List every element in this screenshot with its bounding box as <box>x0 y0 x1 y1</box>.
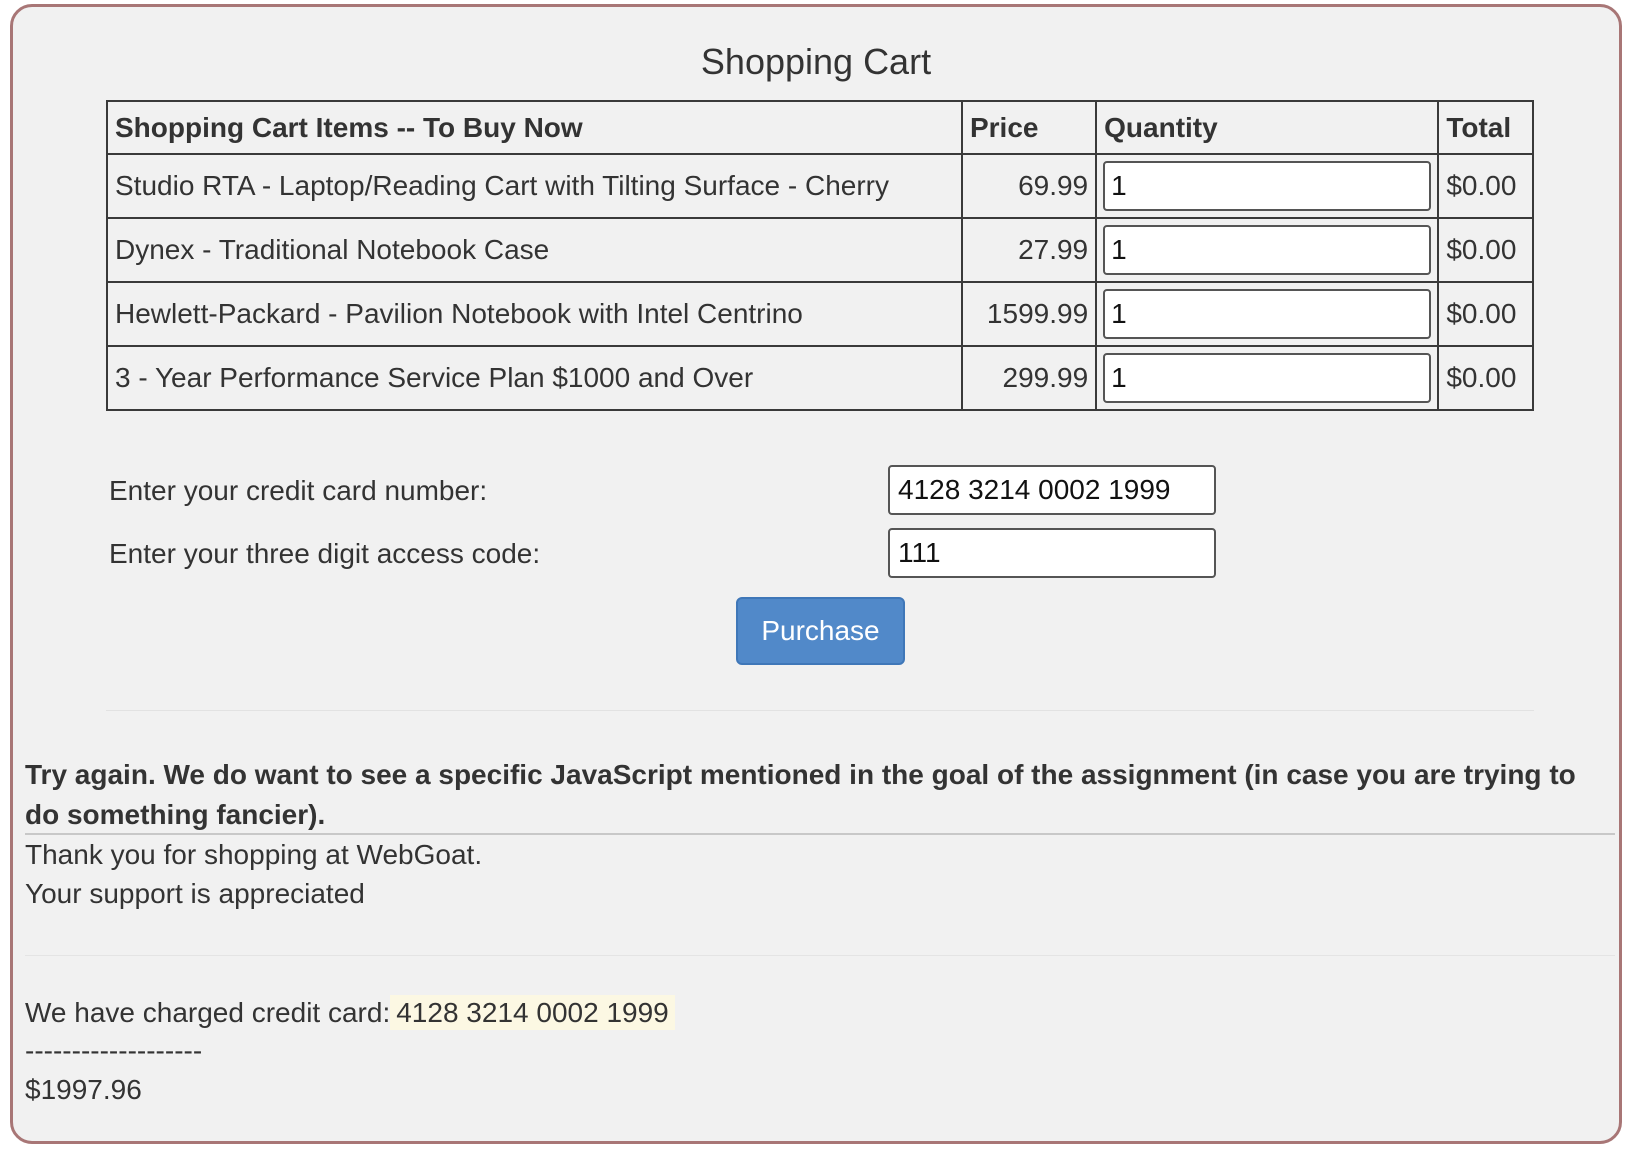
item-total: $0.00 <box>1437 281 1534 347</box>
item-name: 3 - Year Performance Service Plan $1000 … <box>106 345 963 411</box>
item-price: 299.99 <box>960 345 1098 411</box>
column-header-price: Price <box>960 100 1098 155</box>
column-header-item: Shopping Cart Items -- To Buy Now <box>106 100 963 155</box>
item-price: 69.99 <box>960 153 1098 219</box>
thanks-line-1: Thank you for shopping at WebGoat. <box>25 839 483 870</box>
cart-table: Shopping Cart Items -- To Buy Now Price … <box>106 100 1534 411</box>
item-name: Studio RTA - Laptop/Reading Cart with Ti… <box>106 153 963 219</box>
lesson-panel: Shopping Cart Shopping Cart Items -- To … <box>10 4 1622 1144</box>
table-row: Studio RTA - Laptop/Reading Cart with Ti… <box>106 153 1534 219</box>
item-total: $0.00 <box>1437 217 1534 283</box>
divider <box>106 710 1534 711</box>
item-name: Hewlett-Packard - Pavilion Notebook with… <box>106 281 963 347</box>
item-name: Dynex - Traditional Notebook Case <box>106 217 963 283</box>
quantity-input[interactable] <box>1103 161 1432 211</box>
table-row: Dynex - Traditional Notebook Case 27.99 … <box>106 217 1534 283</box>
item-price: 1599.99 <box>960 281 1098 347</box>
access-code-label: Enter your three digit access code: <box>109 538 541 569</box>
quantity-cell <box>1095 217 1440 283</box>
charged-card-number: 4128 3214 0002 1999 <box>390 995 675 1030</box>
table-header-row: Shopping Cart Items -- To Buy Now Price … <box>106 100 1534 155</box>
feedback-message: Try again. We do want to see a specific … <box>25 759 1576 830</box>
credit-card-label: Enter your credit card number: <box>109 475 488 506</box>
quantity-input[interactable] <box>1103 289 1432 339</box>
access-code-input[interactable] <box>888 528 1216 578</box>
table-row: Hewlett-Packard - Pavilion Notebook with… <box>106 281 1534 347</box>
column-header-quantity: Quantity <box>1095 100 1440 155</box>
page-title: Shopping Cart <box>700 41 932 82</box>
purchase-button[interactable]: Purchase <box>736 597 905 665</box>
column-header-total: Total <box>1437 100 1534 155</box>
quantity-cell <box>1095 281 1440 347</box>
item-total: $0.00 <box>1437 345 1534 411</box>
divider <box>25 955 1615 956</box>
quantity-cell <box>1095 345 1440 411</box>
separator-line: ------------------- <box>25 1035 203 1066</box>
item-price: 27.99 <box>960 217 1098 283</box>
quantity-cell <box>1095 153 1440 219</box>
charged-prefix: We have charged credit card: <box>25 997 391 1028</box>
credit-card-input[interactable] <box>888 465 1216 515</box>
quantity-input[interactable] <box>1103 353 1432 403</box>
thanks-line-2: Your support is appreciated <box>25 878 365 909</box>
item-total: $0.00 <box>1437 153 1534 219</box>
quantity-input[interactable] <box>1103 225 1432 275</box>
charged-amount: $1997.96 <box>25 1074 142 1105</box>
table-row: 3 - Year Performance Service Plan $1000 … <box>106 345 1534 411</box>
charged-line: We have charged credit card: 4128 3214 00… <box>25 993 675 1033</box>
